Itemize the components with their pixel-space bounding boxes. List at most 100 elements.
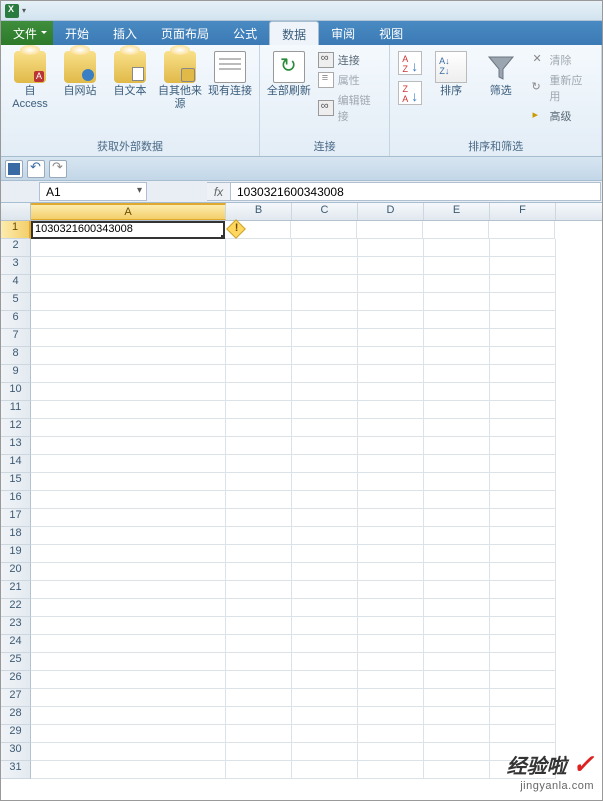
cell[interactable] [490,365,556,383]
cell[interactable] [358,419,424,437]
row-header[interactable]: 9 [1,365,31,383]
cell[interactable] [292,455,358,473]
cell[interactable] [292,275,358,293]
col-header-A[interactable]: A [31,203,226,220]
row-header[interactable]: 3 [1,257,31,275]
cell[interactable] [424,239,490,257]
cell[interactable] [292,473,358,491]
row-header[interactable]: 11 [1,401,31,419]
row-header[interactable]: 14 [1,455,31,473]
sort-asc-button[interactable] [396,51,424,79]
cell[interactable] [490,239,556,257]
cell[interactable] [31,329,226,347]
cell[interactable] [292,329,358,347]
cell[interactable] [424,653,490,671]
cell[interactable] [358,599,424,617]
row-header[interactable]: 10 [1,383,31,401]
row-header[interactable]: 30 [1,743,31,761]
cell[interactable] [226,671,292,689]
cell[interactable] [358,455,424,473]
cell[interactable] [226,329,292,347]
cell[interactable] [424,437,490,455]
cell[interactable] [292,581,358,599]
row-header[interactable]: 28 [1,707,31,725]
cell[interactable] [292,293,358,311]
col-header-B[interactable]: B [226,203,292,220]
cell[interactable] [226,311,292,329]
cell[interactable] [292,365,358,383]
cell[interactable] [31,455,226,473]
formula-input[interactable]: 1030321600343008 [231,182,601,201]
cell[interactable] [226,761,292,779]
cell[interactable] [292,491,358,509]
cell[interactable] [31,437,226,455]
cell[interactable] [358,527,424,545]
cell[interactable] [292,239,358,257]
cell[interactable] [358,257,424,275]
cell[interactable] [490,437,556,455]
filter-button[interactable]: 筛选 [478,49,524,136]
cell[interactable] [31,671,226,689]
cell[interactable] [358,383,424,401]
cell[interactable] [31,491,226,509]
cell[interactable] [226,401,292,419]
col-header-D[interactable]: D [358,203,424,220]
tab-data[interactable]: 数据 [269,21,319,45]
tab-view[interactable]: 视图 [367,21,415,45]
cell[interactable] [31,563,226,581]
cell[interactable] [358,689,424,707]
cell[interactable] [31,689,226,707]
tab-home[interactable]: 开始 [53,21,101,45]
cell[interactable] [358,293,424,311]
cell[interactable] [490,347,556,365]
refresh-all-button[interactable]: 全部刷新 [266,49,312,136]
cell[interactable] [490,563,556,581]
cell[interactable] [292,563,358,581]
existing-conn-button[interactable]: 现有连接 [207,49,253,136]
cell[interactable] [31,419,226,437]
cell[interactable] [424,347,490,365]
row-header[interactable]: 23 [1,617,31,635]
cell[interactable] [31,743,226,761]
cell[interactable] [226,617,292,635]
cell[interactable] [226,563,292,581]
row-header[interactable]: 20 [1,563,31,581]
cell[interactable] [292,347,358,365]
cell[interactable] [31,653,226,671]
row-header[interactable]: 2 [1,239,31,257]
cell[interactable] [358,473,424,491]
cell[interactable] [226,347,292,365]
cell[interactable] [292,617,358,635]
sort-desc-button[interactable] [396,81,424,109]
cell[interactable] [292,419,358,437]
cell[interactable]: 1030321600343008 [31,221,225,239]
cell[interactable] [424,383,490,401]
cell[interactable] [424,707,490,725]
cell[interactable] [31,365,226,383]
row-header[interactable]: 18 [1,527,31,545]
row-header[interactable]: 17 [1,509,31,527]
cell[interactable] [490,599,556,617]
cell[interactable] [490,527,556,545]
cell[interactable] [490,545,556,563]
cell[interactable] [424,743,490,761]
cell[interactable] [490,671,556,689]
select-all-corner[interactable] [1,203,31,220]
advanced-filter-button[interactable]: 高级 [528,107,595,125]
cell[interactable] [292,527,358,545]
cell[interactable] [490,725,556,743]
fx-button[interactable]: fx [207,182,231,201]
cell[interactable] [31,347,226,365]
cell[interactable] [424,563,490,581]
cell[interactable] [226,473,292,491]
col-header-C[interactable]: C [292,203,358,220]
from-other-button[interactable]: 自其他来源 [157,49,203,136]
row-header[interactable]: 8 [1,347,31,365]
cell[interactable] [292,635,358,653]
row-header[interactable]: 22 [1,599,31,617]
save-button[interactable] [5,160,23,178]
from-web-button[interactable]: 自网站 [57,49,103,136]
cell[interactable] [490,275,556,293]
cell[interactable] [226,293,292,311]
cell[interactable] [424,257,490,275]
